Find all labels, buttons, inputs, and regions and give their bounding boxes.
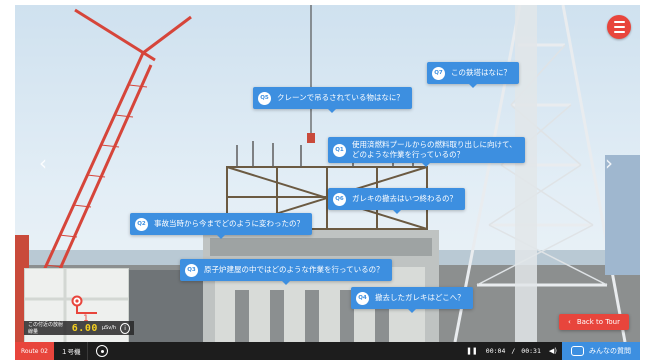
info-icon[interactable]: i	[120, 322, 130, 334]
question-text: 原子炉建屋の中ではどのような作業を行っているの？	[204, 265, 384, 274]
back-arrow-icon: ‹	[568, 318, 571, 326]
question-text: クレーンで吊るされている物はなに？	[277, 93, 404, 102]
question-bubble-q1[interactable]: Q1 使用済燃料プールからの燃料取り出しに向けて、 どのような作業を行っているの…	[328, 137, 525, 167]
player-control-bar: Route 02 １号機 ❚❚ 00:04 / 00:31 ◀) みんなの質問	[15, 342, 640, 360]
radiation-label: この付近の放射線量	[28, 322, 64, 335]
tour-viewer: ‹ › Q7 この鉄塔はなに？ Q5 クレーンで吊るされている物はなに？ Q1 …	[15, 5, 640, 360]
menu-line	[613, 31, 625, 33]
community-questions-label: みんなの質問	[589, 347, 631, 355]
question-bubble-q4[interactable]: Q4 撤去したガレキはどこへ？	[351, 287, 473, 313]
time-current: 00:04	[485, 347, 506, 355]
chat-bubble-icon	[571, 346, 584, 356]
question-text: 事故当時から今までどのように変わったの？	[154, 219, 304, 228]
unit-label: １号機	[60, 348, 81, 356]
question-bubble-q7[interactable]: Q7 この鉄塔はなに？	[427, 62, 519, 88]
prev-arrow[interactable]: ‹	[39, 151, 47, 175]
route-badge: Route 02	[15, 342, 54, 360]
next-arrow[interactable]: ›	[605, 151, 613, 175]
pause-button[interactable]: ❚❚	[461, 347, 483, 355]
question-number: Q4	[356, 291, 369, 305]
question-bubble-q2[interactable]: Q2 事故当時から今までどのように変わったの？	[130, 213, 312, 239]
divider	[87, 342, 89, 360]
panorama-view[interactable]: ‹ › Q7 この鉄塔はなに？ Q5 クレーンで吊るされている物はなに？ Q1 …	[15, 5, 640, 346]
position-icon[interactable]	[96, 345, 109, 357]
community-questions-button[interactable]: みんなの質問	[562, 342, 640, 360]
question-text: ガレキの撤去はいつ終わるの？	[352, 194, 457, 203]
position-dot	[100, 349, 104, 353]
question-number: Q3	[185, 263, 198, 277]
back-to-tour-button[interactable]: ‹ Back to Tour	[559, 314, 629, 330]
question-text: 使用済燃料プールからの燃料取り出しに向けて、 どのような作業を行っているの？	[352, 140, 517, 159]
question-text: この鉄塔はなに？	[451, 68, 511, 77]
back-to-tour-label: Back to Tour	[576, 318, 620, 326]
time-total: 00:31	[521, 347, 541, 355]
radiation-value: 6.00	[71, 322, 98, 334]
radiation-unit: μSv/h	[101, 325, 117, 331]
menu-button[interactable]	[607, 15, 631, 39]
question-number: Q7	[432, 66, 445, 80]
volume-button[interactable]: ◀)	[544, 347, 562, 355]
time-separator: /	[511, 347, 516, 355]
question-number: Q5	[258, 91, 271, 105]
menu-line	[613, 21, 625, 23]
question-bubble-q5[interactable]: Q5 クレーンで吊るされている物はなに？	[253, 87, 412, 113]
question-text: 撤去したガレキはどこへ？	[375, 293, 465, 302]
question-number: Q2	[135, 217, 148, 231]
question-number: Q1	[333, 143, 346, 157]
radiation-panel: この付近の放射線量 6.00 μSv/h i	[24, 321, 134, 335]
menu-line	[613, 26, 625, 28]
question-bubble-q3[interactable]: Q3 原子炉建屋の中ではどのような作業を行っているの？	[180, 259, 392, 285]
question-bubble-q6[interactable]: Q6 ガレキの撤去はいつ終わるの？	[328, 188, 465, 214]
question-number: Q6	[333, 192, 346, 206]
